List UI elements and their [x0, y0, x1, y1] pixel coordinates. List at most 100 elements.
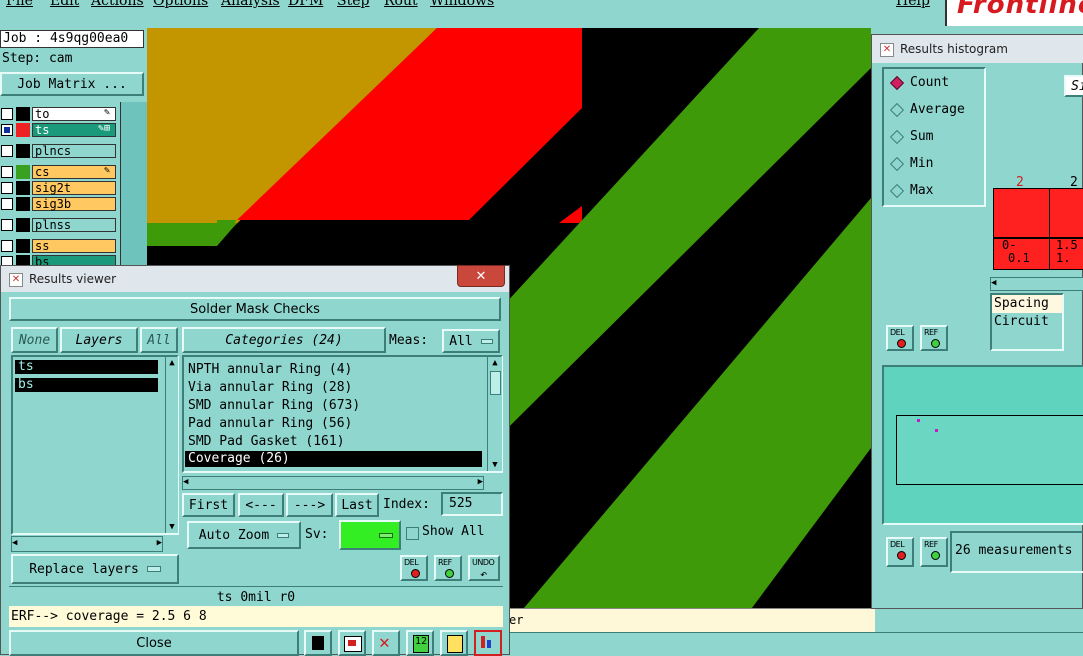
scroll-right-icon[interactable]: ▶ [478, 476, 483, 488]
scroll-left-icon[interactable]: ◀ [12, 537, 17, 549]
menu-analysis[interactable]: Analysis [221, 0, 280, 9]
layer-row-ts[interactable]: ts ✎⊞ [0, 123, 118, 137]
frontline-logo: Frontline [945, 0, 1083, 26]
layer-row-to[interactable]: to ✎ [0, 107, 118, 121]
scroll-down-icon[interactable]: ▼ [488, 459, 502, 471]
bar-range-cell[interactable]: 1.5 1. [1049, 238, 1083, 270]
menu-step[interactable]: Step [337, 0, 369, 9]
layer-checkbox[interactable] [1, 219, 13, 231]
menu-actions[interactable]: Actions [91, 0, 144, 9]
menu-options[interactable]: Options [153, 0, 208, 9]
histogram-ref-button[interactable]: REF [920, 325, 948, 351]
categories-scrollbar[interactable]: ▲ ▼ [487, 357, 502, 471]
toolbar-icon-5[interactable] [440, 630, 468, 656]
ref-button[interactable]: REF [434, 555, 462, 581]
radio-sum[interactable]: Sum [889, 127, 933, 147]
menu-windows[interactable]: Windows [430, 0, 494, 9]
show-all-checkbox[interactable] [406, 527, 419, 540]
index-input[interactable]: 525 [441, 492, 503, 516]
toolbar-icon-1[interactable] [304, 630, 332, 656]
categories-list[interactable]: NPTH annular Ring (4) Via annular Ring (… [182, 355, 503, 473]
scroll-left-icon[interactable]: ◀ [991, 277, 996, 289]
close-button[interactable]: Close [9, 630, 299, 656]
toolbar-icon-3[interactable]: ✕ [372, 630, 400, 656]
none-button[interactable]: None [11, 327, 58, 353]
layer-checkbox[interactable] [1, 108, 13, 120]
list-item[interactable]: Circuit [992, 313, 1062, 331]
meas-select[interactable]: All [442, 329, 500, 353]
toolbar-icon-6[interactable] [474, 630, 502, 656]
categories-hscrollbar[interactable]: ◀ ▶ [182, 476, 484, 490]
radio-max[interactable]: Max [889, 181, 933, 201]
auto-zoom-menu[interactable]: Auto Zoom [187, 521, 301, 549]
histogram-plot-area[interactable] [882, 365, 1083, 525]
radio-count[interactable]: Count [889, 73, 949, 93]
scroll-up-icon[interactable]: ▲ [166, 357, 178, 369]
layer-row-plnss[interactable]: plnss [0, 218, 118, 232]
layer-row-plncs[interactable]: plncs [0, 144, 118, 158]
list-item[interactable]: SMD Pad Gasket (161) [185, 433, 478, 451]
histogram-bar[interactable] [1049, 188, 1083, 238]
list-item[interactable]: ts [15, 360, 158, 374]
scroll-up-icon[interactable]: ▲ [488, 357, 502, 369]
plot-ref-button[interactable]: REF [920, 537, 948, 567]
first-button[interactable]: First [182, 493, 235, 517]
layer-row-cs[interactable]: cs ✎ [0, 165, 118, 179]
close-window-button[interactable]: ✕ [457, 265, 505, 287]
del-button[interactable]: DEL [400, 555, 428, 581]
layer-checkbox[interactable] [1, 240, 13, 252]
radio-average[interactable]: Average [889, 100, 965, 120]
severity-color-select[interactable] [339, 520, 401, 550]
list-item[interactable]: Spacing [992, 295, 1062, 313]
menu-edit[interactable]: Edit [50, 0, 79, 9]
undo-button[interactable]: UNDO ↶ [468, 555, 500, 581]
check-type-list[interactable]: Spacing Circuit [990, 293, 1064, 351]
menu-file[interactable]: File [6, 0, 33, 9]
left-panel-scrollbar[interactable] [120, 102, 147, 272]
scroll-thumb[interactable] [490, 371, 501, 395]
layer-checkbox[interactable] [1, 182, 13, 194]
categories-button[interactable]: Categories (24) [182, 327, 386, 353]
menu-help[interactable]: Help [896, 0, 930, 9]
layer-checkbox[interactable] [1, 145, 13, 157]
layer-row-sig2t[interactable]: sig2t [0, 181, 118, 195]
histogram-bar[interactable] [993, 188, 1050, 238]
layer-row-sig3b[interactable]: sig3b [0, 197, 118, 211]
scroll-left-icon[interactable]: ◀ [183, 476, 188, 488]
toolbar-icon-2[interactable] [338, 630, 366, 656]
previous-button[interactable]: <--- [238, 493, 284, 517]
scroll-right-icon[interactable]: ▶ [157, 537, 162, 549]
histogram-hscrollbar[interactable]: ◀ [990, 277, 1083, 291]
all-layers-button[interactable]: All [140, 327, 178, 353]
size-button[interactable]: Si [1064, 75, 1083, 97]
menu-dfm[interactable]: DFM [288, 0, 323, 9]
replace-layers-menu[interactable]: Replace layers [11, 554, 179, 584]
last-button[interactable]: Last [335, 493, 379, 517]
toolbar-icon-4[interactable]: 12 [406, 630, 434, 656]
layer-checkbox[interactable] [1, 166, 13, 178]
list-item[interactable]: Pad annular Ring (56) [185, 415, 478, 433]
list-item[interactable]: bs [15, 378, 158, 392]
list-item-selected[interactable]: Coverage (26) [185, 451, 482, 467]
menu-rout[interactable]: Rout [384, 0, 418, 9]
layer-list-hscrollbar[interactable]: ◀ ▶ [11, 536, 163, 552]
job-matrix-button[interactable]: Job Matrix ... [0, 72, 144, 96]
plot-del-button[interactable]: DEL [886, 537, 914, 567]
scroll-down-icon[interactable]: ▼ [166, 521, 178, 533]
layer-checkbox[interactable] [1, 198, 13, 210]
bar-range-cell[interactable]: 0- 0.1 [993, 238, 1050, 270]
layers-button[interactable]: Layers [60, 327, 138, 353]
list-item[interactable]: Via annular Ring (28) [185, 379, 478, 397]
radio-min[interactable]: Min [889, 154, 933, 174]
layer-checkbox[interactable] [1, 124, 13, 136]
layer-results-list[interactable]: ts bs ▲ ▼ [11, 355, 179, 535]
histogram-del-button[interactable]: DEL [886, 325, 914, 351]
solder-mask-checks-heading[interactable]: Solder Mask Checks [9, 297, 501, 321]
results-viewer-titlebar[interactable]: ✕ Results viewer [1, 266, 509, 292]
list-item[interactable]: NPTH annular Ring (4) [185, 361, 478, 379]
list-item[interactable]: SMD annular Ring (673) [185, 397, 478, 415]
layer-list-scrollbar[interactable]: ▲ ▼ [165, 357, 178, 533]
next-button[interactable]: ---> [286, 493, 333, 517]
histogram-titlebar[interactable]: ✕ Results histogram [872, 35, 1083, 63]
layer-row-ss[interactable]: ss [0, 239, 118, 253]
